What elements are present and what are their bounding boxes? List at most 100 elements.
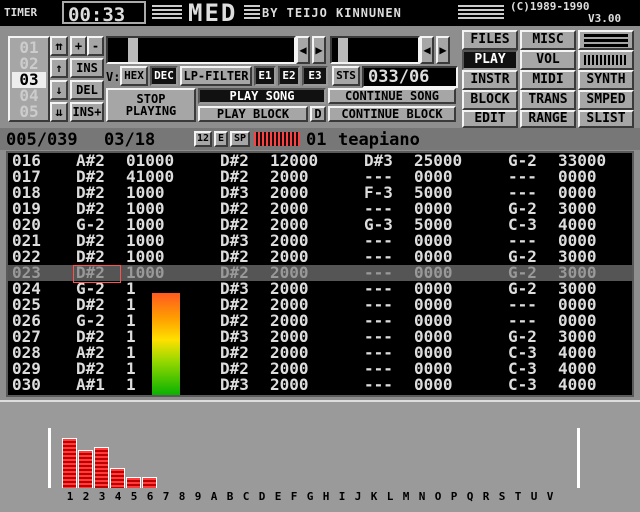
files-menu-button[interactable]: FILES <box>462 30 518 50</box>
delete-button[interactable]: DEL <box>70 80 104 100</box>
vu-meter <box>152 293 180 395</box>
spectrum-label: P <box>450 490 458 503</box>
spectrum-label: K <box>370 490 378 503</box>
play-block-button[interactable]: PLAY BLOCK <box>198 106 308 122</box>
cell-v3: 0000 <box>414 375 453 394</box>
spectrum-label: 1 <box>66 490 74 503</box>
plus-button[interactable]: + <box>70 36 87 56</box>
volume-right-icon[interactable]: ▶ <box>312 36 326 64</box>
spectrum-label: H <box>322 490 330 503</box>
slist-menu-button[interactable]: SLIST <box>578 110 634 128</box>
vol-menu-button[interactable]: VOL <box>520 50 576 70</box>
dec-button[interactable]: DEC <box>150 66 178 86</box>
synth-menu-button[interactable]: SYNTH <box>578 70 634 90</box>
e1-button[interactable]: E1 <box>254 66 276 86</box>
smped-menu-button[interactable]: SMPED <box>578 90 634 110</box>
spectrum-bar <box>78 450 93 488</box>
octave-button[interactable]: 12 <box>194 131 212 147</box>
sts-value: 033/06 <box>368 67 430 87</box>
midi-menu-button[interactable]: MIDI <box>520 70 576 90</box>
spectrum-label: 9 <box>194 490 202 503</box>
pattern-icon[interactable] <box>578 50 634 70</box>
spectrum-label: C <box>242 490 250 503</box>
spectrum-label: G <box>306 490 314 503</box>
play-song-button[interactable]: PLAY SONG <box>198 88 326 104</box>
cell-line: 030 <box>12 375 41 394</box>
timer-label: TIMER <box>4 6 38 19</box>
track-04[interactable]: 04 <box>12 88 46 104</box>
e-button[interactable]: E <box>214 131 228 147</box>
edit-menu-button[interactable]: EDIT <box>462 110 518 128</box>
insert-plus-button[interactable]: INS+ <box>70 102 104 122</box>
spectrum-bar <box>110 468 125 488</box>
spectrum-panel: 123456789ABCDEFGHIJKLMNOPQRSTUV <box>0 400 640 512</box>
track-02[interactable]: 02 <box>12 56 46 72</box>
range-menu-button[interactable]: RANGE <box>520 110 576 128</box>
d-button[interactable]: D <box>310 106 326 122</box>
v-label: V: <box>106 70 121 84</box>
block-menu-button[interactable]: BLOCK <box>462 90 518 110</box>
arrow-up-top-icon[interactable]: ⇈ <box>50 36 68 56</box>
table-row[interactable]: 030 A#1 1 D#3 2000 --- 0000 C-3 4000 <box>8 375 632 394</box>
hex-button[interactable]: HEX <box>120 66 148 86</box>
tempo-slider-knob[interactable] <box>338 38 348 62</box>
spectrum-bar <box>142 477 157 488</box>
tempo-right-icon[interactable]: ▶ <box>436 36 450 64</box>
spectrum-label: 2 <box>82 490 90 503</box>
spectrum-label: M <box>402 490 410 503</box>
tempo-slider[interactable] <box>330 36 420 64</box>
spectrum-label: 5 <box>130 490 138 503</box>
tempo-left-icon[interactable]: ◀ <box>420 36 434 64</box>
version: V3.00 <box>588 12 622 25</box>
cell-c1: A#1 <box>76 375 105 394</box>
spectrum-label: V <box>546 490 554 503</box>
mini-menu-icon[interactable] <box>578 30 634 50</box>
spectrum-label: 7 <box>162 490 170 503</box>
spectrum-label: T <box>514 490 522 503</box>
cell-v4: 4000 <box>558 375 597 394</box>
track-mute-indicator[interactable] <box>254 132 300 146</box>
spectrum-bar <box>94 447 109 488</box>
sts-button[interactable]: STS <box>332 66 360 86</box>
volume-left-icon[interactable]: ◀ <box>296 36 310 64</box>
pattern-editor[interactable]: 016 A#2 01000 D#2 12000 D#3 25000 G-2 33000 017 D#… <box>6 151 634 397</box>
instrument-name[interactable]: teapiano <box>338 130 420 150</box>
track-05[interactable]: 05 <box>12 104 46 120</box>
e3-button[interactable]: E3 <box>302 66 328 86</box>
spectrum-label: R <box>482 490 490 503</box>
spectrum-label: E <box>274 490 282 503</box>
spectrum-label: U <box>530 490 538 503</box>
spectrum-label: Q <box>466 490 474 503</box>
volume-slider[interactable] <box>106 36 296 64</box>
author-credit: BY TEIJO KINNUNEN <box>262 6 402 20</box>
spectrum-bar <box>62 438 77 488</box>
sp-button[interactable]: SP <box>230 131 250 147</box>
continue-block-button[interactable]: CONTINUE BLOCK <box>328 106 456 122</box>
spectrum-label: 6 <box>146 490 154 503</box>
sts-display: 033/06 <box>362 66 458 88</box>
logo-stripes-left <box>152 5 182 21</box>
cell-v1: 1 <box>126 375 136 394</box>
spectrum-label: L <box>386 490 394 503</box>
arrow-down-icon[interactable]: ↓ <box>50 80 68 100</box>
arrow-down-bottom-icon[interactable]: ⇊ <box>50 102 68 122</box>
misc-menu-button[interactable]: MISC <box>520 30 576 50</box>
status-bar: 005/039 03/18 12 E SP 01 teapiano <box>0 128 640 150</box>
insert-button[interactable]: INS <box>70 58 104 78</box>
e2-button[interactable]: E2 <box>278 66 300 86</box>
instr-menu-button[interactable]: INSTR <box>462 70 518 90</box>
track-03-current[interactable]: 03 <box>12 72 46 88</box>
volume-slider-knob[interactable] <box>128 38 138 62</box>
lp-filter-button[interactable]: LP-FILTER <box>180 66 252 86</box>
arrow-up-icon[interactable]: ↑ <box>50 58 68 78</box>
minus-button[interactable]: - <box>87 36 104 56</box>
continue-song-button[interactable]: CONTINUE SONG <box>328 88 456 104</box>
spectrum-label: 3 <box>98 490 106 503</box>
trans-menu-button[interactable]: TRANS <box>520 90 576 110</box>
stop-button[interactable]: STOP PLAYING <box>106 88 196 122</box>
timer-display: 00:33 <box>62 1 146 26</box>
spectrum-label: I <box>338 490 346 503</box>
track-01[interactable]: 01 <box>12 40 46 56</box>
play-menu-button[interactable]: PLAY <box>462 50 518 70</box>
cursor-box <box>73 265 121 283</box>
